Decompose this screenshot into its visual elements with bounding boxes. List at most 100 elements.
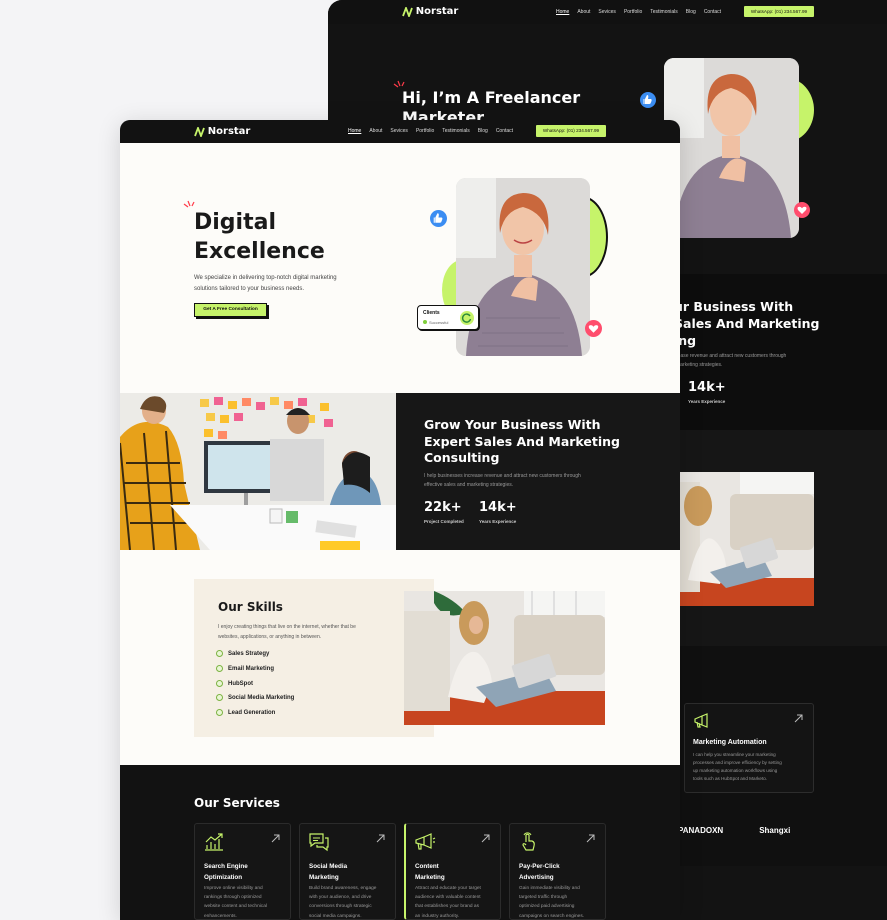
skill-bullet-icon — [216, 694, 223, 701]
chart-growth-icon — [205, 833, 223, 851]
nav-item-home[interactable]: Home — [348, 128, 361, 134]
whatsapp-button[interactable]: WhatsApp: (01) 234.567.99 — [536, 125, 606, 137]
grow-title-line: ur Business With — [674, 299, 794, 314]
nav-item-testimonials[interactable]: Testimonials — [650, 9, 678, 15]
grow-title-line: Expert Sales And Marketing — [424, 433, 620, 449]
service-desc-line: Attract and educate your target — [415, 886, 481, 891]
grow-title: ur Business With Sales And Marketing ing — [674, 298, 819, 349]
service-card-title: Content Marketing — [415, 862, 445, 883]
service-title-line: Optimization — [204, 873, 243, 881]
free-consultation-button[interactable]: Get A Free Consultation — [194, 303, 267, 317]
service-desc-line: an industry authority. — [415, 913, 460, 919]
service-title-line: Marketing — [415, 873, 445, 881]
service-card-content-marketing[interactable]: Content Marketing Attract and educate you… — [404, 823, 501, 920]
skill-item-sales-strategy: Sales Strategy — [216, 650, 269, 657]
team-meeting-illustration — [120, 393, 396, 550]
arrow-up-right-icon — [271, 834, 280, 843]
grow-title: Grow Your Business With Expert Sales And… — [424, 417, 620, 467]
service-desc-line: audience with valuable content — [415, 895, 481, 901]
woman-with-laptop-illustration — [680, 472, 814, 606]
service-card-marketing-automation[interactable]: Marketing Automation I can help you stre… — [684, 703, 814, 793]
hero-title: Digital Excellence — [194, 208, 325, 266]
light-theme-page-preview: Norstar Home About Sevices Portfolio Tes… — [120, 120, 680, 920]
service-card-social-media[interactable]: Social Media Marketing Build brand awaren… — [299, 823, 396, 920]
skills-text-line: websites, applications, or anything in b… — [218, 633, 322, 640]
service-desc-line: targeted traffic through — [519, 895, 568, 901]
grow-title-line: Consulting — [424, 450, 500, 465]
nav-menu: Home About Sevices Portfolio Testimonial… — [348, 128, 513, 134]
service-card-desc: Improve online visibility and rankings th… — [204, 884, 267, 920]
service-title-line: Marketing — [309, 873, 339, 881]
service-desc-line: Gain immediate visibility and — [519, 886, 580, 891]
skill-label: Sales Strategy — [228, 650, 270, 657]
stat-experience-label: Years Experience — [479, 519, 517, 524]
nav-item-testimonials[interactable]: Testimonials — [442, 128, 470, 134]
nav-item-blog[interactable]: Blog — [478, 128, 488, 134]
nav-item-about[interactable]: About — [369, 128, 382, 134]
hero-title-line: Digital — [194, 210, 276, 235]
service-desc-line: with your audience, and drive — [309, 895, 372, 901]
service-title-line: Content — [415, 863, 439, 870]
logo-mark-icon — [402, 6, 413, 17]
service-card-desc-line: tools such as HubSpot and Marketo. — [693, 776, 768, 781]
skill-bullet-icon — [216, 665, 223, 672]
nav-item-about[interactable]: About — [577, 9, 590, 15]
skill-bullet-icon — [216, 650, 223, 657]
service-card-title: Social Media Marketing — [309, 862, 347, 883]
logo-mark-icon — [194, 126, 205, 137]
grow-text: I help businesses increase revenue and a… — [424, 472, 581, 490]
service-title-line: Search Engine — [204, 863, 248, 870]
service-card-desc-line: up marketing automation workflows using — [693, 768, 778, 773]
brand-logo-panadoxn: PANADOXN — [678, 826, 724, 835]
nav-item-contact[interactable]: Contact — [704, 9, 721, 15]
service-desc-line: social media campaigns. — [309, 913, 362, 919]
skill-bullet-icon — [216, 709, 223, 716]
service-desc-line: enhancements. — [204, 913, 237, 919]
skill-item-lead-generation: Lead Generation — [216, 709, 275, 716]
nav-item-contact[interactable]: Contact — [496, 128, 513, 134]
heart-icon — [794, 202, 810, 218]
refresh-icon — [460, 311, 474, 325]
service-title-line: Social Media — [309, 863, 348, 870]
team-meeting-photo — [120, 393, 396, 550]
service-title-line: Advertising — [519, 873, 554, 881]
laptop-woman-photo — [680, 472, 814, 606]
service-card-desc-line: processes and improve efficiency by sett… — [693, 760, 782, 765]
arrow-up-right-icon — [586, 834, 595, 843]
nav-item-blog[interactable]: Blog — [686, 9, 696, 15]
nav-item-services[interactable]: Sevices — [390, 128, 408, 134]
nav-item-home[interactable]: Home — [556, 9, 569, 15]
grow-title-line: ing — [674, 333, 697, 348]
skill-label: Lead Generation — [228, 709, 276, 716]
service-card-desc: Attract and educate your target audience … — [415, 884, 481, 920]
heart-icon — [585, 320, 602, 337]
nav-item-services[interactable]: Sevices — [598, 9, 616, 15]
grow-text-line: effective sales and marketing strategies… — [424, 482, 514, 488]
thumbs-up-icon — [640, 92, 656, 108]
brand-logo[interactable]: Norstar — [402, 6, 458, 17]
service-card-desc: Gain immediate visibility and targeted tr… — [519, 884, 584, 920]
skill-item-social-media-marketing: Social Media Marketing — [216, 694, 294, 701]
stat-projects-value: 22k+ — [424, 500, 462, 515]
nav-item-portfolio[interactable]: Portfolio — [624, 9, 642, 15]
stat-value: 14k+ — [688, 380, 726, 395]
service-card-ppc[interactable]: Pay-Per-Click Advertising Gain immediate … — [509, 823, 606, 920]
service-desc-line: campaigns on search engines. — [519, 913, 585, 919]
brand-logo-shangxi: Shangxi — [759, 826, 791, 835]
service-card-title: Marketing Automation — [693, 739, 767, 746]
arrow-up-right-icon — [794, 714, 803, 723]
hero-description-line: solutions tailored to your business need… — [194, 285, 305, 292]
service-desc-line: website content and technical — [204, 904, 267, 910]
hero-title-line-1: Hi, I’m A Freelancer — [402, 88, 581, 107]
whatsapp-button[interactable]: WhatsApp: (01) 234.567.99 — [744, 6, 814, 17]
service-desc-line: that establishes your brand as — [415, 904, 479, 910]
nav-item-portfolio[interactable]: Portfolio — [416, 128, 434, 134]
arrow-up-right-icon — [481, 834, 490, 843]
service-card-seo[interactable]: Search Engine Optimization Improve online… — [194, 823, 291, 920]
thumbs-up-icon — [430, 210, 447, 227]
clients-status: Successful — [429, 320, 449, 325]
brand-name: Norstar — [415, 6, 459, 17]
brand-logo[interactable]: Norstar — [194, 126, 250, 137]
skill-item-hubspot: HubSpot — [216, 680, 253, 687]
skill-label: HubSpot — [228, 680, 253, 687]
